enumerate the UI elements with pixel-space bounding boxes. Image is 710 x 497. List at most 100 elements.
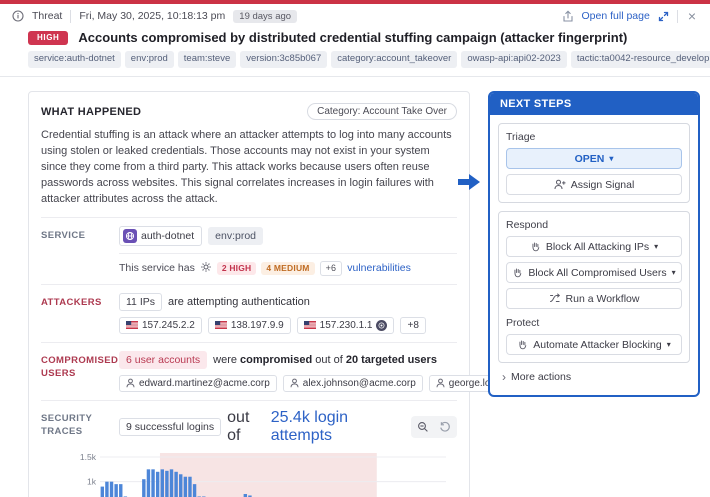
automate-attacker-blocking-button[interactable]: Automate Attacker Blocking ▾ [506, 334, 682, 355]
us-flag-icon [126, 321, 138, 329]
next-steps-panel: NEXT STEPS Triage OPEN ▾ Assign Signal R… [488, 91, 700, 397]
chart-bar [114, 484, 117, 497]
signal-title-row: HIGH Accounts compromised by distributed… [0, 27, 710, 48]
attack-description: Credential stuffing is an attack where a… [41, 128, 457, 208]
y-axis-tick: 1.5k [80, 452, 97, 462]
signal-type-label: Threat [32, 10, 62, 22]
assign-user-icon [554, 179, 566, 190]
chart-bar [147, 469, 150, 497]
tag-version[interactable]: version:3c85b067 [240, 51, 327, 68]
assign-signal-label: Assign Signal [571, 179, 635, 191]
triage-status-dropdown[interactable]: OPEN ▾ [506, 148, 682, 169]
caret-down-icon: ▾ [672, 269, 676, 277]
chart-bar [151, 469, 154, 497]
what-happened-heading: WHAT HAPPENED [41, 106, 141, 118]
severity-badge: HIGH [28, 31, 68, 45]
chart-bar [161, 469, 164, 497]
vuln-more-badge: +6 [320, 261, 343, 276]
user-icon [436, 378, 445, 388]
service-label: SERVICE [41, 226, 113, 276]
compromised-user-email: edward.martinez@acme.corp [139, 378, 270, 389]
divider [119, 253, 457, 254]
chart-canvas[interactable]: 00.5k1k1.5k22:0022:1522:3022:4523:0023:1… [74, 451, 458, 497]
more-actions-link[interactable]: › More actions [498, 371, 690, 387]
compromised-user-chip[interactable]: alex.johnson@acme.corp [283, 375, 423, 392]
close-icon[interactable]: × [686, 9, 698, 23]
compromised-count-chip[interactable]: 6 user accounts [119, 351, 207, 369]
user-icon [290, 378, 299, 388]
chevron-right-icon: › [502, 371, 506, 383]
chart-bar [119, 484, 122, 497]
login-attempts-link[interactable]: 25.4k login attempts [271, 409, 405, 445]
tag-tactic[interactable]: tactic:ta0042-resource_development [571, 51, 710, 68]
compromised-users-label: COMPROMISED USERS [41, 351, 113, 392]
next-steps-arrow-icon [456, 171, 482, 193]
expand-icon[interactable] [658, 11, 669, 22]
chart-bar [101, 486, 104, 497]
attacker-ip-chip[interactable]: 157.230.1.1 [297, 317, 395, 334]
chart-bar [170, 469, 173, 497]
assign-signal-button[interactable]: Assign Signal [506, 174, 682, 195]
security-traces-label: SECURITY TRACES [41, 409, 113, 445]
vulnerabilities-link[interactable]: vulnerabilities [347, 262, 411, 274]
block-attacking-ips-button[interactable]: Block All Attacking IPs ▾ [506, 236, 682, 257]
compromised-user-chip[interactable]: edward.martinez@acme.corp [119, 375, 277, 392]
tag-category[interactable]: category:account_takeover [331, 51, 457, 68]
run-workflow-button[interactable]: Run a Workflow [506, 288, 682, 309]
compromised-user-email: alex.johnson@acme.corp [303, 378, 416, 389]
age-badge: 19 days ago [233, 10, 297, 23]
attacker-ip: 157.230.1.1 [320, 320, 373, 331]
service-icon [123, 229, 137, 243]
tag-service[interactable]: service:auth-dotnet [28, 51, 121, 68]
attacker-ip-chip[interactable]: 157.245.2.2 [119, 317, 202, 334]
block-attacking-ips-label: Block All Attacking IPs [546, 241, 649, 253]
caret-down-icon: ▾ [654, 243, 658, 251]
category-pill: Category: Account Take Over [307, 103, 457, 120]
workflow-icon [549, 293, 561, 304]
open-full-page-link[interactable]: Open full page [582, 10, 650, 22]
service-chip[interactable]: auth-dotnet [119, 226, 202, 246]
attackers-label: ATTACKERS [41, 293, 113, 334]
attacker-ips-more-chip[interactable]: +8 [400, 317, 425, 334]
respond-label: Respond [506, 219, 682, 231]
successful-logins-chip[interactable]: 9 successful logins [119, 418, 221, 436]
block-hand-icon [512, 267, 523, 278]
tag-team[interactable]: team:steve [178, 51, 236, 68]
service-section: SERVICE auth-dotnet env:prod This servic… [41, 217, 457, 284]
chart-bar [142, 479, 145, 497]
login-attempts-chart: 00.5k1k1.5k22:0022:1522:3022:4523:0023:1… [74, 451, 457, 497]
vulnerability-gear-icon [200, 261, 212, 276]
reset-zoom-icon[interactable] [435, 418, 455, 436]
attacker-ip: 138.197.9.9 [231, 320, 284, 331]
block-hand-icon [530, 241, 541, 252]
respond-box: Respond Block All Attacking IPs ▾ Block … [498, 211, 690, 363]
block-compromised-users-label: Block All Compromised Users [528, 267, 666, 279]
service-env-chip[interactable]: env:prod [208, 227, 263, 245]
tags-row: service:auth-dotnet env:prod team:steve … [0, 48, 710, 76]
user-icon [126, 378, 135, 388]
vuln-high-badge: 2 HIGH [217, 262, 257, 275]
chart-bar [156, 471, 159, 497]
divider [677, 10, 678, 23]
signal-title: Accounts compromised by distributed cred… [78, 30, 627, 45]
attacker-ip-chip[interactable]: 138.197.9.9 [208, 317, 291, 334]
chart-bar [179, 474, 182, 497]
chart-bar [105, 481, 108, 497]
attacker-ip-count-chip[interactable]: 11 IPs [119, 293, 162, 311]
next-steps-heading: NEXT STEPS [490, 93, 698, 115]
tag-env[interactable]: env:prod [125, 51, 174, 68]
chart-bar [184, 476, 187, 497]
chart-bar [188, 476, 191, 497]
signal-timestamp: Fri, May 30, 2025, 10:18:13 pm [79, 10, 225, 22]
tag-owasp-api[interactable]: owasp-api:api02-2023 [461, 51, 566, 68]
attackers-sentence: are attempting authentication [168, 296, 310, 308]
export-icon[interactable] [562, 10, 574, 23]
triage-box: Triage OPEN ▾ Assign Signal [498, 123, 690, 203]
compromised-users-section: COMPROMISED USERS 6 user accounts were c… [41, 342, 457, 400]
tor-node-icon [376, 320, 387, 331]
vuln-medium-badge: 4 MEDIUM [261, 262, 314, 275]
chart-bar [110, 481, 113, 497]
block-compromised-users-button[interactable]: Block All Compromised Users ▾ [506, 262, 682, 283]
zoom-out-icon[interactable] [413, 418, 433, 436]
vuln-prefix: This service has [119, 262, 195, 274]
